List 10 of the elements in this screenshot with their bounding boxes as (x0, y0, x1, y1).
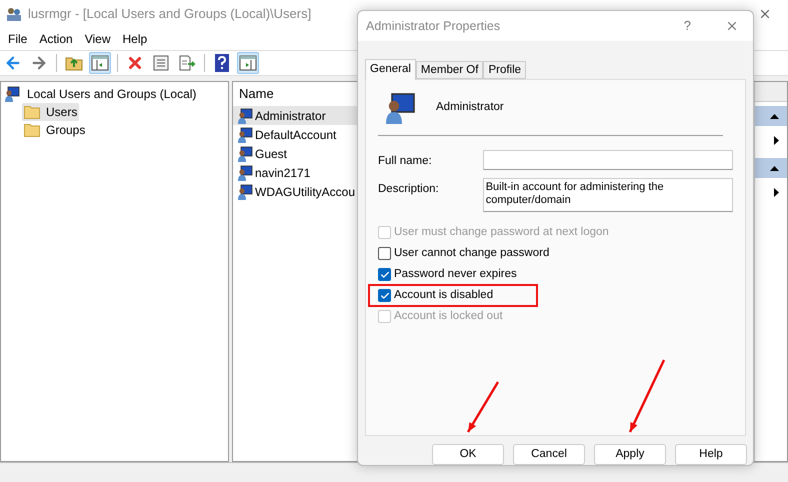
dialog-title: Administrator Properties (366, 18, 500, 35)
checkbox-label: User must change password at next logon (394, 225, 609, 240)
checkbox-label: User cannot change password (394, 246, 550, 262)
window-title: lusrmgr - [Local Users and Groups (Local)\Users] (28, 5, 312, 24)
checkbox-label: Password never expires (394, 267, 517, 282)
checkbox-label: Account is disabled (394, 288, 494, 304)
field-label: Full name: (378, 154, 433, 169)
account-name: Administrator (436, 100, 504, 116)
field-label: Description: (378, 182, 440, 198)
checkbox-label: Account is locked out (394, 309, 503, 324)
